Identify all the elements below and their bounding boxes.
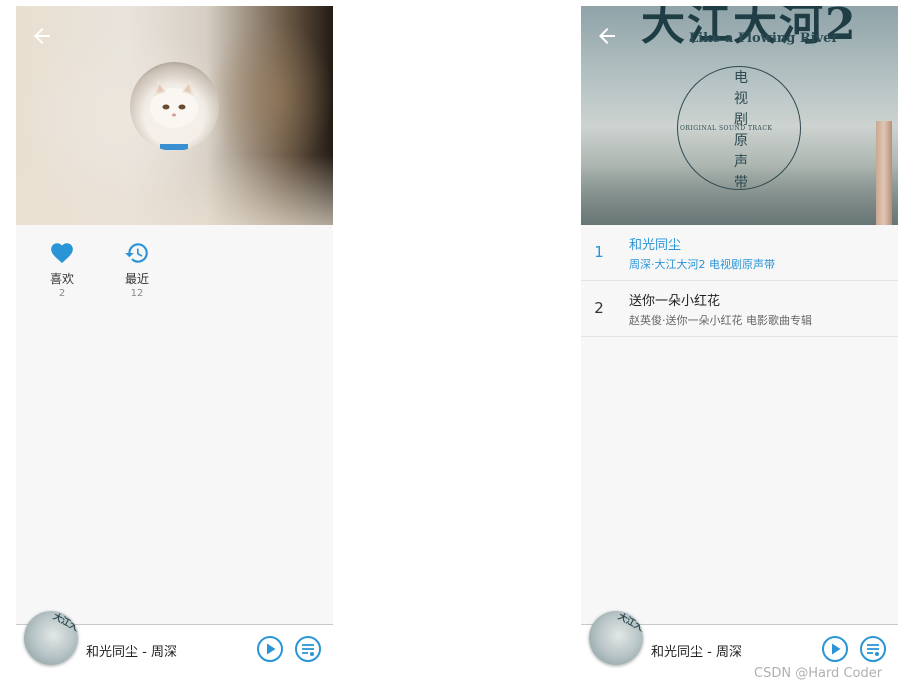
mini-player: 大江大河 和光同尘 - 周深: [581, 611, 898, 671]
mini-cover-text: 大江大河: [51, 611, 78, 638]
mini-player-cover[interactable]: 大江大河: [24, 611, 78, 665]
track-subtitle: 赵英俊·送你一朵小红花 电影歌曲专辑: [629, 314, 812, 327]
now-playing-text[interactable]: 和光同尘 - 周深: [651, 641, 742, 660]
watermark: CSDN @Hard Coder: [754, 666, 883, 681]
recent-count: 12: [130, 288, 144, 299]
back-button[interactable]: [595, 24, 619, 48]
mini-player-cover[interactable]: 大江大河: [589, 611, 643, 665]
playlist-button[interactable]: [859, 635, 887, 663]
album-cover-ost: ORIGINAL SOUND TRACK: [680, 125, 773, 132]
album-cover-header: 大江大河2 Like a Flowing River 电视剧原声带 ORIGIN…: [581, 6, 898, 225]
track-subtitle: 周深·大江大河2 电视剧原声带: [629, 258, 775, 271]
recent-stat[interactable]: 最近 12: [112, 240, 162, 300]
play-button[interactable]: [256, 635, 284, 663]
back-button[interactable]: [30, 24, 54, 48]
album-screen: 大江大河2 Like a Flowing River 电视剧原声带 ORIGIN…: [581, 6, 898, 671]
stats-row: 喜欢 2 最近 12: [16, 240, 333, 310]
heart-icon: [51, 243, 73, 264]
playlist-button[interactable]: [294, 635, 322, 663]
favorites-stat[interactable]: 喜欢 2: [37, 240, 87, 300]
avatar[interactable]: [130, 62, 219, 151]
profile-screen: 喜欢 2 最近 12 大江大河 和光同尘 - 周深: [16, 6, 333, 671]
history-icon: [125, 243, 148, 263]
track-row[interactable]: 1 和光同尘 周深·大江大河2 电视剧原声带: [581, 225, 898, 281]
now-playing-text[interactable]: 和光同尘 - 周深: [86, 641, 177, 660]
track-title: 送你一朵小红花: [629, 294, 721, 309]
cat-avatar-image: [144, 80, 204, 150]
track-list: 1 和光同尘 周深·大江大河2 电视剧原声带 2 送你一朵小红花 赵英俊·送你一…: [581, 225, 898, 337]
track-row[interactable]: 2 送你一朵小红花 赵英俊·送你一朵小红花 电影歌曲专辑: [581, 281, 898, 337]
mini-player: 大江大河 和光同尘 - 周深: [16, 611, 333, 671]
album-cover-subtitle: Like a Flowing River: [689, 31, 839, 46]
play-button[interactable]: [821, 635, 849, 663]
track-number: 1: [594, 243, 604, 261]
track-title: 和光同尘: [629, 238, 682, 253]
recent-label: 最近: [124, 272, 149, 286]
mini-cover-text: 大江大河: [616, 611, 643, 638]
favorites-count: 2: [58, 288, 66, 299]
album-cover-tower: [876, 121, 892, 225]
favorites-label: 喜欢: [49, 272, 74, 286]
track-number: 2: [594, 299, 604, 317]
profile-header: [16, 6, 333, 225]
